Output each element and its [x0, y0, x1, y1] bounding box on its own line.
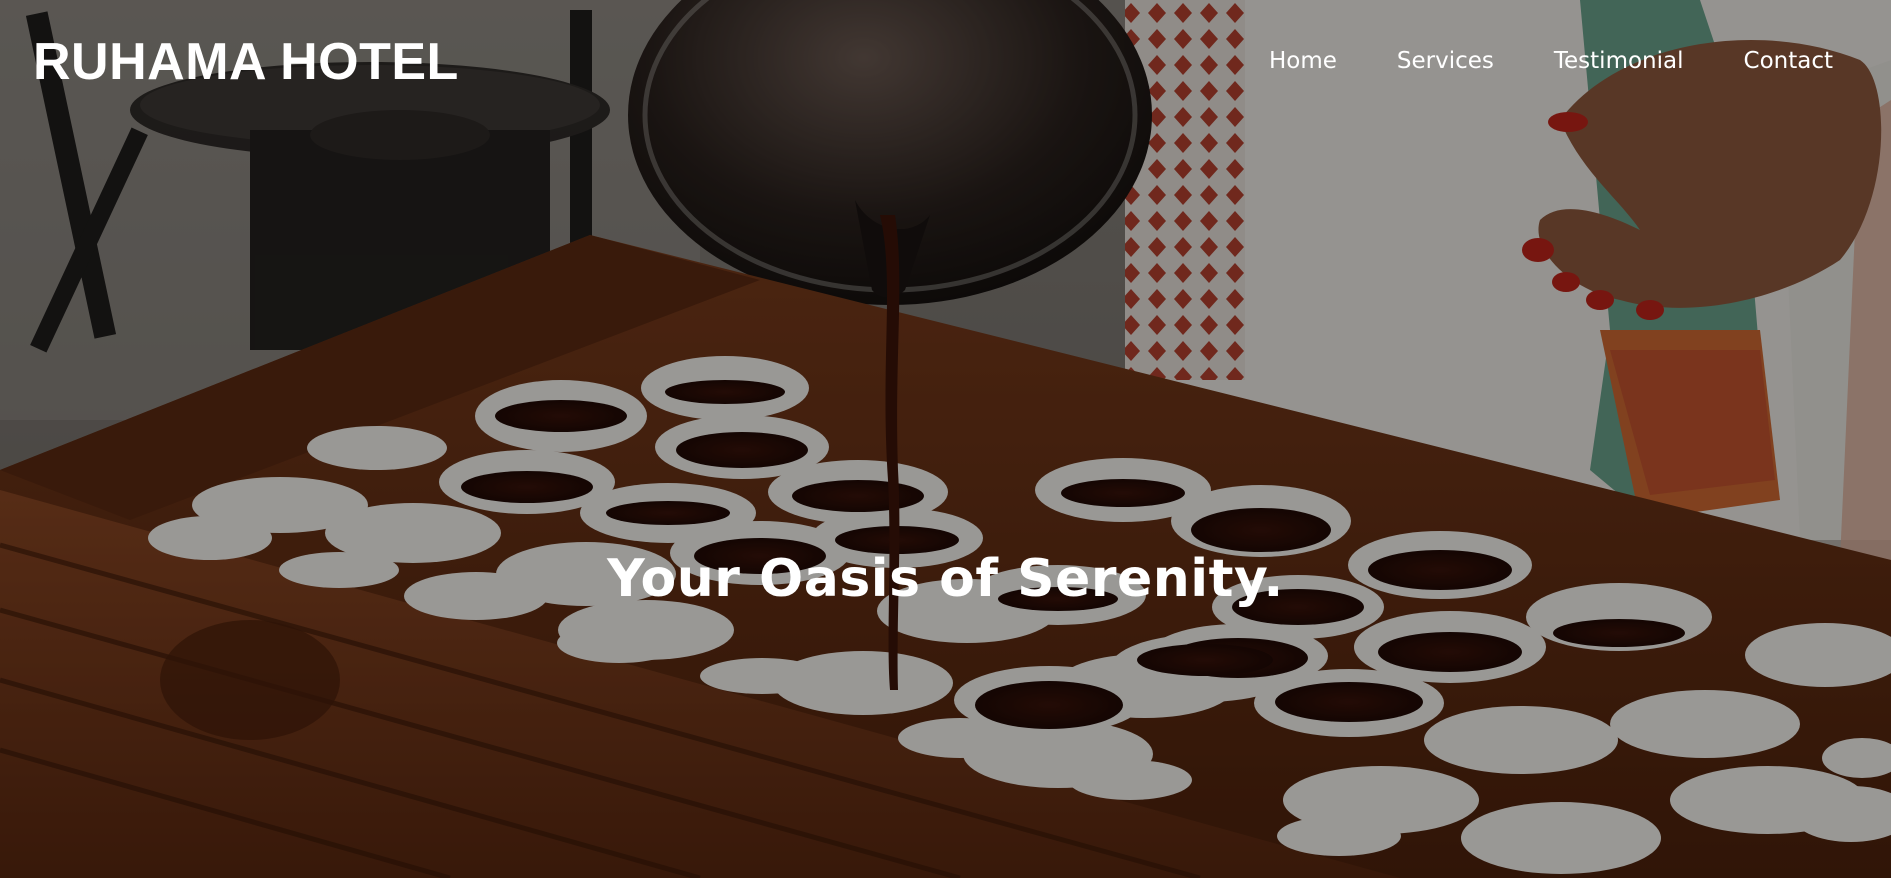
brand-logo-text[interactable]: RUHAMA HOTEL	[33, 32, 459, 92]
hero-section: RUHAMA HOTEL Home Services Testimonial C…	[0, 0, 1891, 878]
main-nav: Home Services Testimonial Contact	[1209, 48, 1833, 74]
hero-dark-overlay	[0, 0, 1891, 878]
nav-link-services[interactable]: Services	[1397, 48, 1494, 74]
top-navbar: RUHAMA HOTEL Home Services Testimonial C…	[0, 0, 1891, 130]
nav-link-home[interactable]: Home	[1269, 48, 1337, 74]
hero-tagline: Your Oasis of Serenity.	[607, 549, 1284, 609]
nav-link-contact[interactable]: Contact	[1744, 48, 1833, 74]
nav-link-testimonial[interactable]: Testimonial	[1554, 48, 1684, 74]
